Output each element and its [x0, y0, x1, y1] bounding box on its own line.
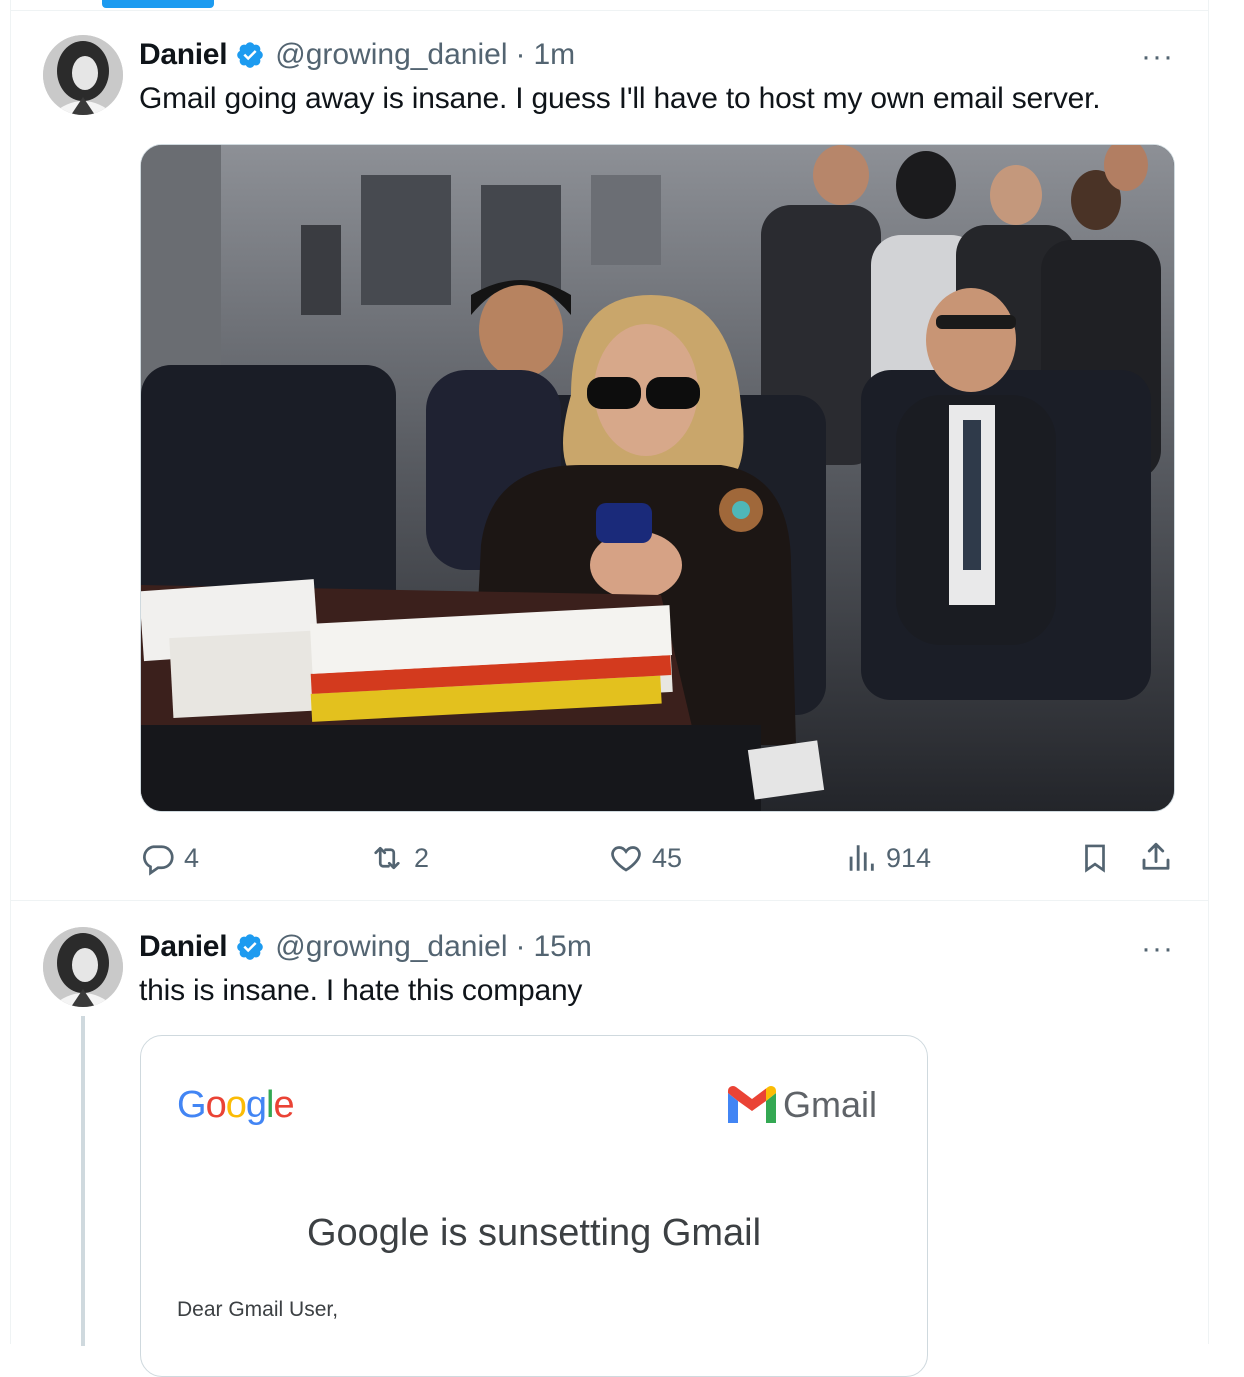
- separator-dot: ·: [515, 38, 526, 71]
- gmail-logo: Gmail: [725, 1084, 877, 1126]
- photo-airplane-cabin: [141, 145, 1174, 811]
- card-greeting: Dear Gmail User,: [177, 1298, 339, 1321]
- verified-badge-icon: [235, 40, 265, 70]
- divider: [10, 10, 1208, 11]
- avatar[interactable]: [43, 927, 123, 1007]
- views-button[interactable]: 914: [844, 840, 931, 876]
- tweet-actions: 4 2 45 914: [140, 836, 1176, 880]
- google-logo: Google: [177, 1084, 295, 1126]
- verified-badge-icon: [235, 932, 265, 962]
- timestamp[interactable]: 1m: [534, 38, 576, 72]
- bookmark-icon: [1085, 844, 1105, 873]
- reply-button[interactable]: 4: [140, 840, 199, 876]
- reply-count: 4: [184, 842, 200, 873]
- repost-count: 2: [414, 842, 430, 873]
- more-icon[interactable]: ···: [1141, 932, 1174, 966]
- avatar[interactable]: [43, 35, 123, 115]
- tweet-header: Daniel @growing_daniel · 15m: [139, 929, 592, 965]
- tweet-text: Gmail going away is insane. I guess I'll…: [139, 82, 1101, 115]
- avatar-image: [43, 927, 123, 1007]
- reply-icon: [143, 845, 174, 876]
- author-handle[interactable]: @growing_daniel: [275, 38, 507, 72]
- author-handle[interactable]: @growing_daniel: [275, 930, 507, 964]
- views-icon: [849, 845, 874, 871]
- repost-icon: [374, 846, 400, 870]
- avatar-image: [43, 35, 123, 115]
- tweet-header: Daniel @growing_daniel · 1m: [139, 37, 575, 73]
- thread-connector: [81, 1016, 85, 1346]
- timestamp[interactable]: 15m: [534, 930, 592, 964]
- card-headline: Google is sunsetting Gmail: [306, 1212, 762, 1254]
- view-count: 914: [886, 842, 932, 873]
- separator-dot: ·: [515, 930, 526, 963]
- tweet-image-card[interactable]: Google Gmail Google is sunsetting Gmail …: [140, 1035, 928, 1377]
- gmail-m-icon: [727, 1086, 776, 1123]
- gmail-wordmark: Gmail: [782, 1084, 877, 1125]
- like-button[interactable]: 45: [608, 840, 682, 876]
- author-name[interactable]: Daniel: [139, 38, 228, 72]
- share-button[interactable]: [1138, 838, 1174, 876]
- bookmark-button[interactable]: [1078, 840, 1112, 876]
- active-tab-indicator: [102, 0, 214, 8]
- tweet-photo[interactable]: [140, 144, 1175, 812]
- tweet-text: this is insane. I hate this company: [139, 974, 583, 1007]
- like-count: 45: [652, 842, 683, 873]
- tweet-divider: [10, 900, 1208, 901]
- share-icon: [1142, 842, 1170, 870]
- repost-button[interactable]: 2: [368, 840, 429, 876]
- more-icon[interactable]: ···: [1141, 40, 1174, 74]
- author-name[interactable]: Daniel: [139, 930, 228, 964]
- like-icon: [611, 846, 641, 872]
